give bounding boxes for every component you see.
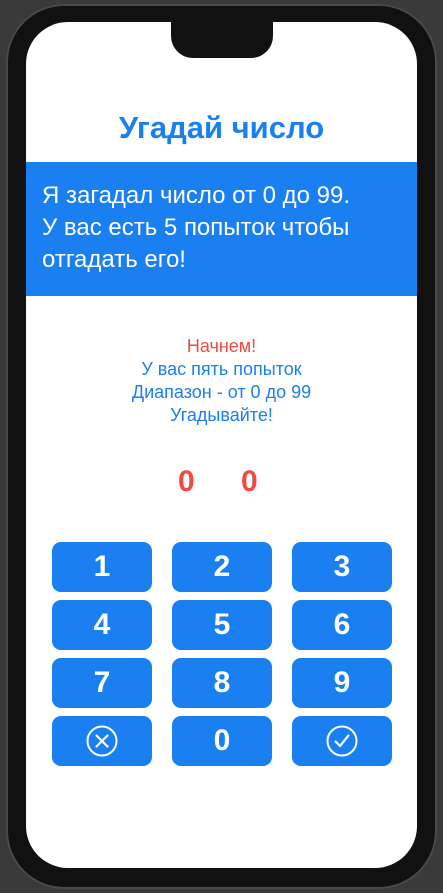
key-3[interactable]: 3	[292, 542, 392, 592]
guess-digit-ones: 0	[241, 465, 258, 498]
key-label: 3	[333, 550, 351, 583]
key-8[interactable]: 8	[172, 658, 272, 708]
device-bezel: Угадай число Я загадал число от 0 до 99.…	[0, 0, 443, 893]
key-5[interactable]: 5	[172, 600, 272, 650]
status-headline: Начнем!	[186, 336, 257, 356]
key-1[interactable]: 1	[52, 542, 152, 592]
page-title: Угадай число	[118, 110, 325, 145]
guess-digit-tens: 0	[178, 465, 195, 498]
camera-notch	[171, 22, 273, 58]
guess-display: 0 0	[26, 465, 417, 505]
key-4[interactable]: 4	[52, 600, 152, 650]
status-line: Угадывайте!	[170, 405, 273, 425]
key-2[interactable]: 2	[172, 542, 272, 592]
key-label: 7	[93, 666, 111, 699]
key-label: 6	[333, 608, 351, 641]
key-label: 2	[213, 550, 231, 583]
status-message: Начнем! У вас пять попыток Диапазон - от…	[26, 335, 417, 427]
instruction-line: У вас есть 5 попыток чтобы	[42, 214, 350, 241]
status-line: У вас пять попыток	[141, 359, 302, 379]
key-label: 0	[213, 724, 231, 757]
key-6[interactable]: 6	[292, 600, 392, 650]
clear-circle-x-icon	[86, 725, 118, 757]
key-label: 1	[93, 550, 111, 583]
confirm-check-circle-icon	[326, 725, 358, 757]
key-label: 9	[333, 666, 351, 699]
instruction-line: отгадать его!	[42, 246, 186, 273]
number-keypad: 1 2 3 4 5 6 7 8 9 0	[52, 542, 392, 766]
key-9[interactable]: 9	[292, 658, 392, 708]
confirm-button[interactable]	[292, 716, 392, 766]
instructions-banner: Я загадал число от 0 до 99. У вас есть 5…	[26, 162, 417, 296]
key-label: 8	[213, 666, 231, 699]
key-label: 4	[93, 608, 111, 641]
key-label: 5	[213, 608, 231, 641]
key-7[interactable]: 7	[52, 658, 152, 708]
instruction-line: Я загадал число от 0 до 99.	[42, 182, 351, 209]
key-0[interactable]: 0	[172, 716, 272, 766]
clear-button[interactable]	[52, 716, 152, 766]
status-line: Диапазон - от 0 до 99	[131, 382, 312, 402]
app-screen: Угадай число Я загадал число от 0 до 99.…	[26, 22, 417, 868]
